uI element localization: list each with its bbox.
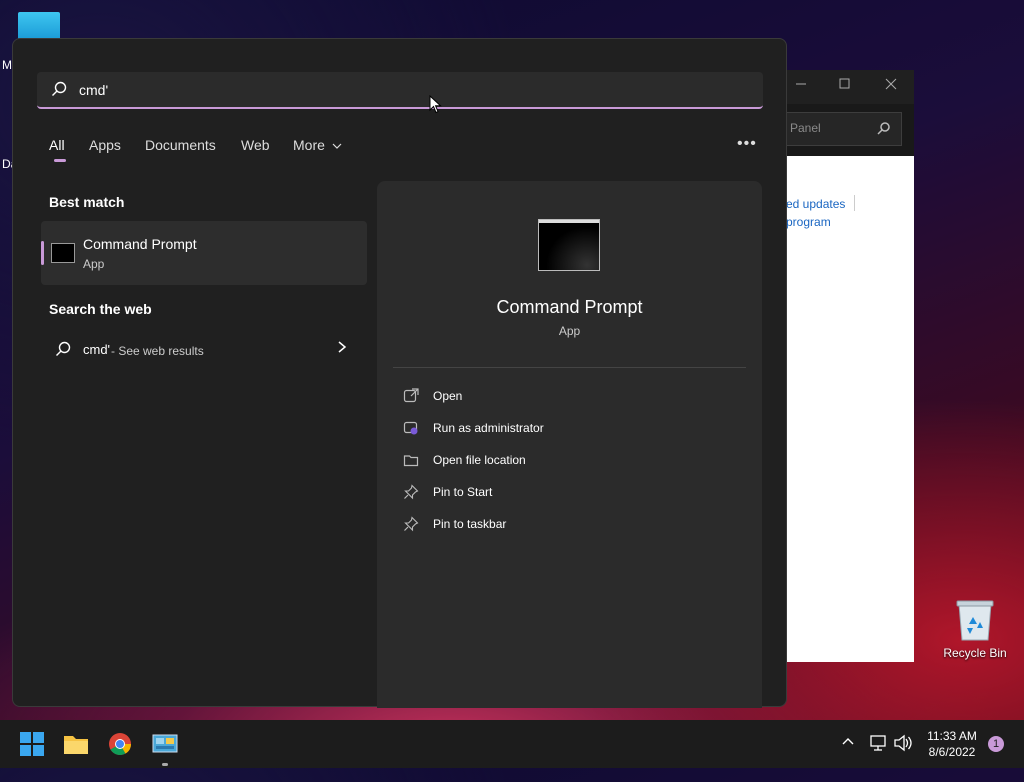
search-flyout: All Apps Documents Web More ••• Best mat… [12, 38, 787, 708]
action-label: Run as administrator [433, 421, 544, 435]
control-panel-icon [152, 734, 178, 753]
clock-date: 8/6/2022 [928, 745, 976, 759]
recycle-bin-icon [956, 600, 994, 641]
chevron-down-icon [332, 143, 342, 149]
windows-logo-icon [20, 732, 44, 756]
control-panel-search-input[interactable]: Panel [786, 112, 902, 146]
running-app-indicator [162, 763, 168, 766]
control-panel-link-program[interactable]: program [786, 215, 831, 229]
control-panel-titlebar [786, 70, 914, 104]
control-panel-button[interactable] [149, 728, 181, 760]
recycle-bin-label: Recycle Bin [943, 646, 1007, 660]
divider [393, 367, 746, 368]
maximize-icon[interactable] [838, 76, 852, 93]
search-icon[interactable] [877, 121, 891, 140]
show-hidden-icons-chevron-up-icon[interactable] [840, 734, 856, 782]
control-panel-search-area: Panel [786, 104, 914, 156]
web-query: cmd' [83, 342, 111, 357]
chrome-button[interactable] [104, 728, 136, 760]
close-icon[interactable] [884, 76, 898, 93]
tab-all[interactable]: All [49, 137, 66, 162]
action-open-file-location[interactable]: Open file location [403, 449, 703, 473]
taskbar-clock[interactable]: 11:33 AM 8/6/2022 [912, 728, 992, 760]
divider [854, 195, 855, 211]
tab-documents[interactable]: Documents [145, 137, 216, 153]
open-icon [403, 388, 419, 409]
detail-subtitle: App [558, 324, 581, 338]
action-label: Pin to taskbar [433, 517, 507, 531]
action-run-as-administrator[interactable]: Run as administrator [403, 417, 703, 441]
control-panel-window[interactable]: Panel ed updates program [786, 70, 914, 662]
network-icon[interactable] [869, 734, 889, 782]
selection-indicator [41, 241, 44, 265]
web-search-result[interactable]: cmd' - See web results [41, 331, 367, 367]
more-options-icon[interactable]: ••• [737, 135, 757, 153]
result-detail-pane: Command Prompt App Open Run as administr… [377, 181, 762, 708]
search-web-heading: Search the web [49, 301, 152, 317]
desktop-icon-partial[interactable] [18, 12, 60, 40]
search-box[interactable] [37, 72, 763, 109]
desktop-icon-label-partial: M [2, 58, 12, 72]
action-label: Open [433, 389, 463, 403]
chevron-right-icon [337, 340, 347, 359]
search-input[interactable] [77, 78, 681, 102]
action-pin-to-start[interactable]: Pin to Start [403, 481, 703, 505]
best-match-heading: Best match [49, 194, 125, 210]
pin-icon [403, 484, 419, 505]
file-explorer-button[interactable] [60, 728, 92, 760]
action-label: Pin to Start [433, 485, 493, 499]
icon-titlebar [539, 220, 599, 223]
detail-title: Command Prompt [496, 297, 643, 317]
control-panel-link-updates[interactable]: ed updates [786, 197, 845, 211]
minimize-icon[interactable] [794, 76, 808, 93]
chrome-icon [109, 733, 131, 755]
command-prompt-large-icon [538, 219, 600, 271]
web-results-label: - See web results [111, 344, 204, 358]
command-prompt-icon [51, 243, 75, 263]
pin-icon [403, 516, 419, 537]
tab-web[interactable]: Web [241, 137, 270, 153]
control-panel-search-placeholder: Panel [790, 121, 821, 135]
volume-icon[interactable] [893, 734, 913, 782]
search-icon [55, 341, 71, 362]
taskbar: 11:33 AM 8/6/2022 1 [0, 720, 1024, 768]
mouse-cursor-icon [429, 94, 443, 120]
tab-label: All [49, 137, 65, 153]
action-open[interactable]: Open [403, 385, 703, 409]
tab-more[interactable]: More [293, 137, 342, 153]
active-tab-indicator [54, 159, 66, 162]
tab-label: More [293, 137, 325, 153]
search-icon [51, 81, 67, 102]
folder-icon [64, 736, 88, 754]
notification-badge[interactable]: 1 [988, 736, 1004, 752]
best-match-result[interactable]: Command Prompt App [41, 221, 367, 285]
clock-time: 11:33 AM [927, 729, 977, 743]
start-button[interactable] [16, 728, 48, 760]
action-pin-to-taskbar[interactable]: Pin to taskbar [403, 513, 703, 537]
shield-icon [403, 420, 419, 441]
result-subtitle: App [83, 257, 105, 271]
action-label: Open file location [433, 453, 526, 467]
tab-apps[interactable]: Apps [89, 137, 121, 153]
recycle-bin-desktop-icon[interactable]: Recycle Bin [940, 596, 1010, 666]
folder-icon [403, 452, 419, 473]
result-title: Command Prompt [83, 236, 197, 252]
